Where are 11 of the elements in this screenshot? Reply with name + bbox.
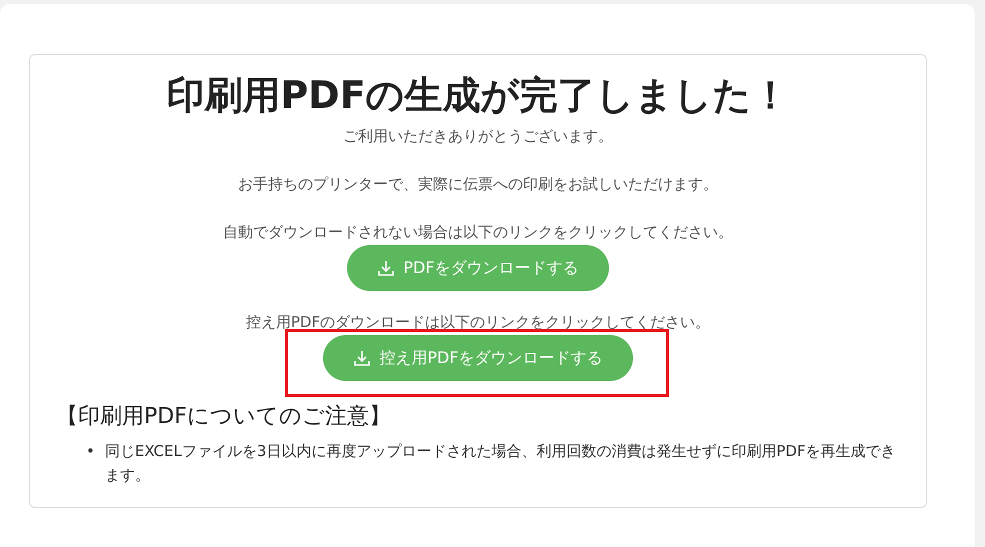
bullet: • [86,441,95,462]
message-text: お手持ちのプリンターで、実際に伝票への印刷をお試しいただけます。 [237,174,719,195]
download-button[interactable]: PDFをダウンロードする [347,245,609,291]
message-text: ご利用いただきありがとうございます。 [342,126,614,147]
download-icon [353,349,372,367]
download-icon [377,259,396,277]
notes-heading: 【印刷用PDFについてのご注意】 [56,403,392,431]
instruction-text: 自動でダウンロードされない場合は以下のリンクをクリックしてください。 [222,222,734,243]
page-title: 印刷用PDFの生成が完了しました！ [165,72,791,119]
note-item: 同じEXCELファイルを3日以内に再度アップロードされた場合、利用回数の消費は発生せずに印刷用PDFを再生成できます。 [104,441,897,486]
download-button[interactable]: 控え用PDFをダウンロードする [323,335,633,381]
